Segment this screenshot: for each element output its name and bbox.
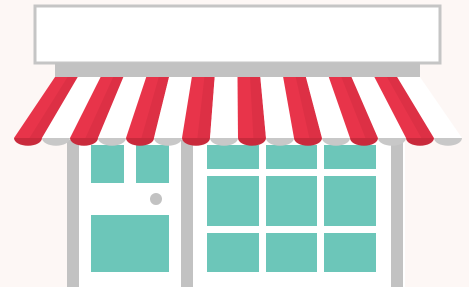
door-bottom-pane — [91, 215, 169, 272]
storefront-illustration — [0, 0, 469, 287]
window-pane — [324, 233, 376, 272]
window-pane — [207, 233, 259, 272]
window-pane — [266, 176, 317, 226]
awning-rail — [55, 63, 420, 77]
awning-stripe-white — [210, 77, 238, 138]
shop-door — [79, 140, 181, 287]
door-top-right-pane — [136, 145, 169, 183]
window-pane — [207, 145, 259, 169]
window-pane — [266, 145, 317, 169]
shop-window — [193, 140, 391, 287]
storefront-scene — [0, 0, 469, 287]
center-pillar — [181, 140, 193, 287]
right-pillar — [391, 140, 403, 287]
striped-awning — [14, 77, 462, 146]
door-knob — [150, 193, 162, 205]
window-pane — [324, 176, 376, 226]
left-pillar — [67, 140, 79, 287]
door-top-left-pane — [91, 145, 124, 183]
window-pane — [207, 176, 259, 226]
window-pane — [266, 233, 317, 272]
shop-sign-board — [33, 4, 442, 65]
window-pane — [324, 145, 376, 169]
